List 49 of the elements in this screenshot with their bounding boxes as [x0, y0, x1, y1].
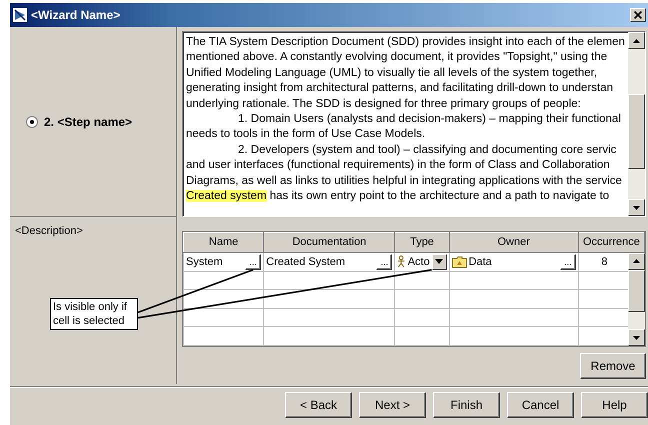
caret-icon — [435, 259, 444, 264]
text-line: has its own entry point to the architecture and a path to navigate to — [270, 190, 610, 202]
text-line: 1. Domain Users (analysts and decision-makers) – mapping their functional — [237, 112, 622, 128]
text-line: generating insight from architectural patterns, and facilitating drill-down to understan — [186, 81, 614, 96]
remove-button[interactable]: Remove — [580, 353, 646, 379]
window-title: <Wizard Name> — [31, 7, 120, 24]
step-label: 2. <Step name> — [44, 114, 132, 130]
column-header[interactable]: Occurrence — [578, 232, 644, 252]
table-cell-text: 8 — [601, 254, 608, 270]
table-cell-text: Data — [468, 254, 492, 270]
wizard-button[interactable]: < Back — [285, 392, 352, 418]
column-header[interactable]: Type — [394, 232, 450, 252]
dropdown-button[interactable] — [432, 254, 447, 270]
wizard-button[interactable]: Next > — [359, 392, 426, 418]
column-header[interactable]: Name — [184, 232, 264, 252]
text-line: and user interfaces (functional requirements) in the form of Class and Collaboration — [186, 158, 611, 174]
table-cell-text: Created System — [266, 254, 346, 270]
vertical-scrollbar[interactable] — [628, 32, 645, 216]
folder-icon — [452, 256, 467, 268]
text-line: needs to tools in the form of Use Case Models. — [186, 127, 426, 142]
text-line: Unified Modeling Language (UML) to visually tie all levels of the system together, — [186, 66, 598, 81]
up-arrow-icon[interactable] — [633, 259, 640, 263]
ellipsis-button[interactable]: ... — [245, 254, 262, 270]
highlighted-text: Created system — [186, 190, 267, 202]
close-icon[interactable] — [630, 8, 646, 22]
ellipsis-button[interactable]: ... — [376, 254, 392, 270]
callout-note: Is visible only if cell is selected — [50, 298, 138, 330]
app-icon — [12, 7, 28, 23]
table-cell-text: System — [186, 254, 223, 270]
actor-icon — [397, 255, 406, 268]
wizard-button[interactable]: Finish — [433, 392, 500, 418]
ellipsis-button[interactable]: ... — [560, 254, 576, 270]
description-label: <Description> — [15, 225, 83, 237]
document-text-area[interactable] — [182, 31, 646, 217]
wizard-button[interactable]: Cancel — [507, 392, 574, 418]
text-line: underlying rationale. The SDD is designed for three primary groups of people: — [186, 96, 582, 112]
down-arrow-icon[interactable] — [633, 336, 640, 340]
column-header[interactable]: Documentation — [264, 232, 395, 252]
text-line: Diagrams, as well as links to utilities helpful in integrating applications with the service — [186, 174, 623, 189]
text-line: mentioned above. A constantly evolving document, it provides "Topsight," using the — [186, 50, 608, 66]
wizard-button[interactable]: Help — [581, 392, 648, 418]
text-line: The TIA System Description Document (SDD) provides insight into each of the elemen — [186, 35, 626, 50]
down-arrow-icon[interactable] — [633, 206, 640, 210]
text-line: 2. Developers (system and tool) – classifying and documenting core servic — [237, 142, 618, 158]
radio-button[interactable] — [26, 116, 38, 128]
up-arrow-icon[interactable] — [633, 38, 640, 42]
column-header[interactable]: Owner — [449, 232, 578, 252]
table-cell-text: Acto — [408, 254, 430, 270]
table-scrollbar[interactable] — [628, 252, 645, 346]
